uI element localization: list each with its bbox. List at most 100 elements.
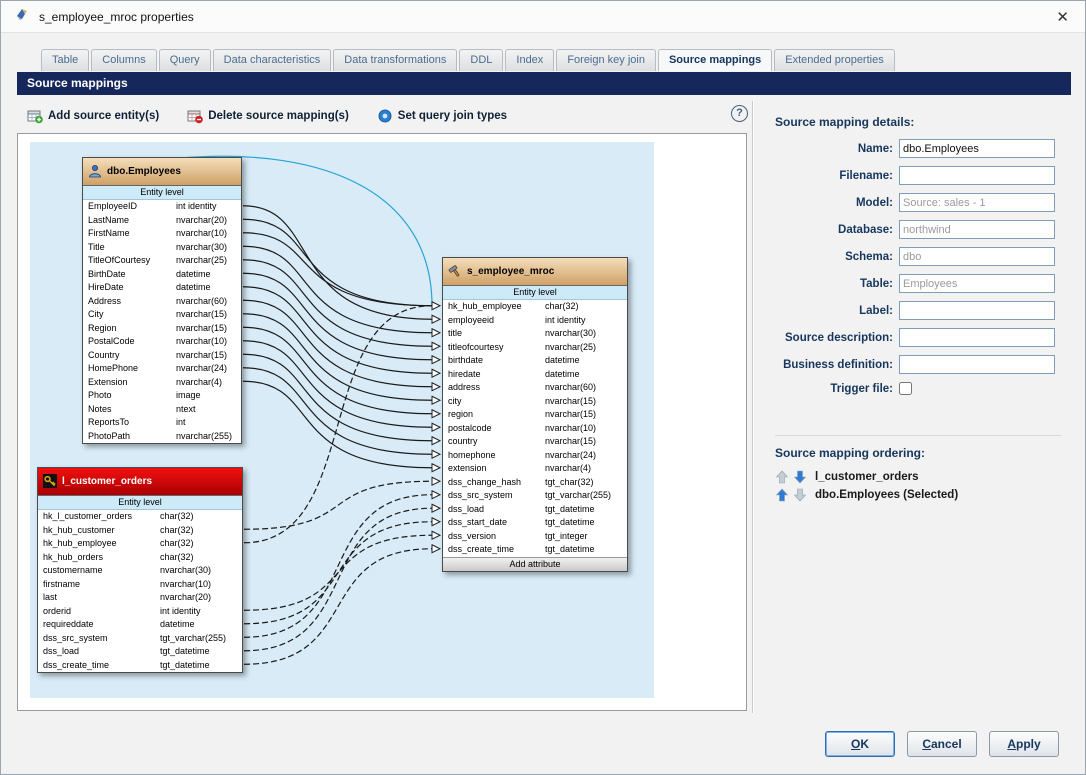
tab-table[interactable]: Table [41,49,89,71]
entity-column-row[interactable]: TitleOfCourtesynvarchar(25) [83,254,241,268]
help-icon[interactable]: ? [731,105,748,122]
move-up-icon[interactable] [775,470,789,484]
add-attribute-button[interactable]: Add attribute [443,557,627,571]
database-input[interactable] [899,220,1055,239]
entity-column-row[interactable]: dss_create_timetgt_datetime [38,659,242,673]
entity-column-row[interactable]: Photoimage [83,389,241,403]
entity-column-row[interactable]: citynvarchar(15) [443,395,627,409]
tab-data-characteristics[interactable]: Data characteristics [213,49,332,71]
table-input[interactable] [899,274,1055,293]
entity-column-row[interactable]: HomePhonenvarchar(24) [83,362,241,376]
tab-foreign-key-join[interactable]: Foreign key join [556,49,656,71]
entity-emp[interactable]: dbo.EmployeesEntity levelEmployeeIDint i… [82,157,242,444]
entity-mroc[interactable]: s_employee_mrocEntity levelhk_hub_employ… [442,257,628,572]
entity-column-row[interactable]: firstnamenvarchar(10) [38,578,242,592]
column-type: tgt_datetime [160,645,210,659]
tab-extended-properties[interactable]: Extended properties [774,49,894,71]
entity-column-row[interactable]: titleofcourtesynvarchar(25) [443,341,627,355]
entity-column-row[interactable]: postalcodenvarchar(10) [443,422,627,436]
entity-column-row[interactable]: hk_l_customer_orderschar(32) [38,510,242,524]
entity-column-row[interactable]: Notesntext [83,403,241,417]
entity-column-row[interactable]: HireDatedatetime [83,281,241,295]
entity-column-row[interactable]: lastnvarchar(20) [38,591,242,605]
entity-column-row[interactable]: Citynvarchar(15) [83,308,241,322]
entity-column-row[interactable]: hk_hub_customerchar(32) [38,524,242,538]
column-name: PostalCode [88,335,176,349]
business-definition-input[interactable] [899,355,1055,374]
field-row: Label: [761,301,1073,320]
tab-ddl[interactable]: DDL [459,49,503,71]
add-source-entity-button[interactable]: Add source entity(s) [27,108,159,124]
entity-column-row[interactable]: addressnvarchar(60) [443,381,627,395]
entity-header[interactable]: dbo.Employees [83,158,241,186]
entity-header[interactable]: s_employee_mroc [443,258,627,286]
entity-column-row[interactable]: extensionnvarchar(4) [443,462,627,476]
mapping-arrowhead [432,477,440,485]
entity-column-row[interactable]: regionnvarchar(15) [443,408,627,422]
entity-column-row[interactable]: dss_loadtgt_datetime [443,503,627,517]
label-input[interactable] [899,301,1055,320]
entity-column-row[interactable]: orderidint identity [38,605,242,619]
entity-column-row[interactable]: homephonenvarchar(24) [443,449,627,463]
tab-data-transformations[interactable]: Data transformations [333,49,457,71]
apply-button[interactable]: Apply [989,731,1059,757]
entity-column-row[interactable]: countrynvarchar(15) [443,435,627,449]
entity-column-row[interactable]: birthdatedatetime [443,354,627,368]
tab-query[interactable]: Query [159,49,211,71]
entity-column-row[interactable]: Countrynvarchar(15) [83,349,241,363]
entity-column-row[interactable]: LastNamenvarchar(20) [83,214,241,228]
tab-index[interactable]: Index [505,49,554,71]
column-name: country [448,435,545,449]
entity-column-row[interactable]: dss_src_systemtgt_varchar(255) [38,632,242,646]
entity-header[interactable]: l_customer_orders [38,468,242,496]
ordering-item-label[interactable]: dbo.Employees (Selected) [815,489,958,501]
diagram-canvas[interactable]: dbo.EmployeesEntity levelEmployeeIDint i… [30,142,654,698]
entity-column-row[interactable]: requireddatedatetime [38,618,242,632]
name-input[interactable] [899,139,1055,158]
set-query-join-types-button[interactable]: Set query join types [377,108,507,124]
entity-column-row[interactable]: FirstNamenvarchar(10) [83,227,241,241]
entity-column-row[interactable]: customernamenvarchar(30) [38,564,242,578]
column-type: nvarchar(60) [545,381,596,395]
entity-column-row[interactable]: dss_start_datetgt_datetime [443,516,627,530]
move-up-icon[interactable] [775,488,789,502]
entity-column-row[interactable]: hk_hub_orderschar(32) [38,551,242,565]
entity-column-row[interactable]: hk_hub_employeechar(32) [443,300,627,314]
tab-source-mappings[interactable]: Source mappings [658,49,772,71]
ok-button[interactable]: OK [825,731,895,757]
column-name: Country [88,349,176,363]
entity-column-row[interactable]: Extensionnvarchar(4) [83,376,241,390]
entity-column-row[interactable]: ReportsToint [83,416,241,430]
entity-column-row[interactable]: employeeidint identity [443,314,627,328]
column-name: hiredate [448,368,545,382]
close-icon[interactable]: ✕ [1056,8,1069,26]
move-down-icon[interactable] [793,488,807,502]
entity-column-row[interactable]: PhotoPathnvarchar(255) [83,430,241,444]
entity-column-row[interactable]: titlenvarchar(30) [443,327,627,341]
schema-input[interactable] [899,247,1055,266]
entity-column-row[interactable]: dss_loadtgt_datetime [38,645,242,659]
entity-lco[interactable]: l_customer_ordersEntity levelhk_l_custom… [37,467,243,673]
move-down-icon[interactable] [793,470,807,484]
entity-column-row[interactable]: hiredatedatetime [443,368,627,382]
entity-column-row[interactable]: Regionnvarchar(15) [83,322,241,336]
source-description-input[interactable] [899,328,1055,347]
entity-column-row[interactable]: PostalCodenvarchar(10) [83,335,241,349]
trigger-file-checkbox[interactable] [899,382,912,395]
delete-source-mapping-button[interactable]: Delete source mapping(s) [187,108,349,124]
entity-column-row[interactable]: dss_versiontgt_integer [443,530,627,544]
ordering-item-label[interactable]: l_customer_orders [815,471,919,483]
entity-column-row[interactable]: EmployeeIDint identity [83,200,241,214]
model-input[interactable] [899,193,1055,212]
entity-column-row[interactable]: hk_hub_employeechar(32) [38,537,242,551]
tab-columns[interactable]: Columns [91,49,156,71]
entity-column-row[interactable]: Addressnvarchar(60) [83,295,241,309]
entity-column-row[interactable]: Titlenvarchar(30) [83,241,241,255]
entity-column-row[interactable]: dss_change_hashtgt_char(32) [443,476,627,490]
model-label: Model: [761,197,893,209]
entity-column-row[interactable]: dss_create_timetgt_datetime [443,543,627,557]
entity-column-row[interactable]: BirthDatedatetime [83,268,241,282]
filename-input[interactable] [899,166,1055,185]
entity-column-row[interactable]: dss_src_systemtgt_varchar(255) [443,489,627,503]
cancel-button[interactable]: Cancel [907,731,977,757]
